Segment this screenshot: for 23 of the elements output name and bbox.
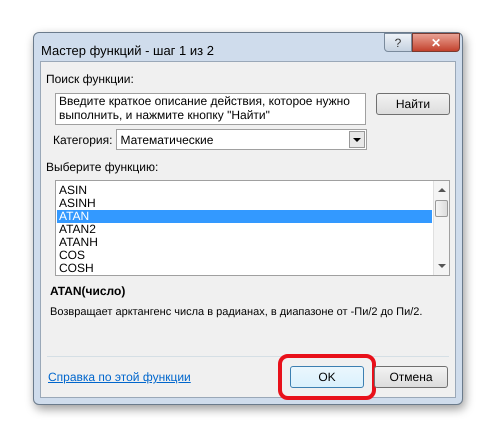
category-dropdown[interactable]: Математические <box>116 129 368 150</box>
dialog-button[interactable]: Отмена <box>374 366 448 388</box>
help-button[interactable]: ? <box>384 33 412 52</box>
help-link[interactable]: Справка по этой функции <box>48 368 191 386</box>
window-title: Мастер функций - шаг 1 из 2 <box>41 42 214 60</box>
search-label: Поиск функции: <box>46 71 135 88</box>
scroll-down-icon[interactable] <box>438 264 446 269</box>
find-button[interactable]: Найти <box>376 93 450 115</box>
category-label: Категория: <box>53 132 112 148</box>
function-signature: ATAN(число) <box>49 283 126 300</box>
function-item[interactable]: ATANH <box>57 236 432 249</box>
function-item[interactable]: ASIN <box>57 184 432 197</box>
function-list-label: Выберите функцию: <box>46 159 160 176</box>
scroll-up-icon[interactable] <box>438 187 446 192</box>
function-item[interactable]: ASINH <box>57 197 432 210</box>
scroll-thumb[interactable] <box>435 200 448 217</box>
function-description: Возвращает арктангенс числа в радианах, в диапазоне от -Пи/2 до Пи/2. <box>49 305 424 320</box>
scrollbar[interactable] <box>433 181 449 275</box>
function-item[interactable]: ATAN2 <box>57 223 432 236</box>
search-field[interactable]: Введите краткое описание действия, которое нужно выполнить, и нажмите кнопку "Найти" <box>55 93 366 125</box>
function-item[interactable]: COSH <box>57 262 432 275</box>
function-item[interactable]: COS <box>57 249 432 262</box>
dialog-button[interactable]: OK <box>290 366 364 388</box>
